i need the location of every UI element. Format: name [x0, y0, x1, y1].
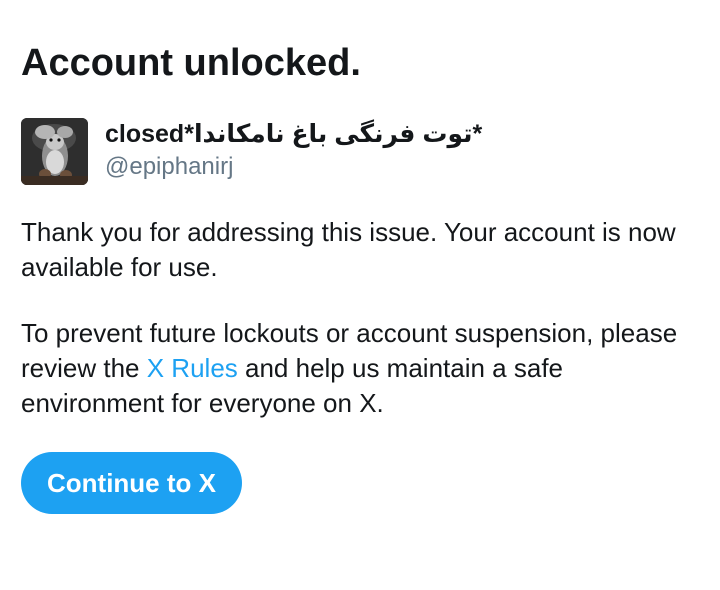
continue-to-x-button[interactable]: Continue to X — [21, 452, 242, 514]
squirrel-avatar-icon — [21, 118, 88, 185]
account-card: closed*توت فرنگی باغ نامکاندا* @epiphani… — [21, 118, 701, 186]
page-title: Account unlocked. — [21, 42, 361, 84]
rules-reminder-message: To prevent future lockouts or account su… — [21, 316, 691, 421]
x-rules-link[interactable]: X Rules — [147, 353, 238, 383]
user-handle: @epiphanirj — [105, 153, 234, 180]
avatar — [21, 118, 88, 185]
confirmation-message: Thank you for addressing this issue. You… — [21, 217, 676, 282]
display-name: closed*توت فرنگی باغ نامکاندا* — [105, 120, 483, 148]
